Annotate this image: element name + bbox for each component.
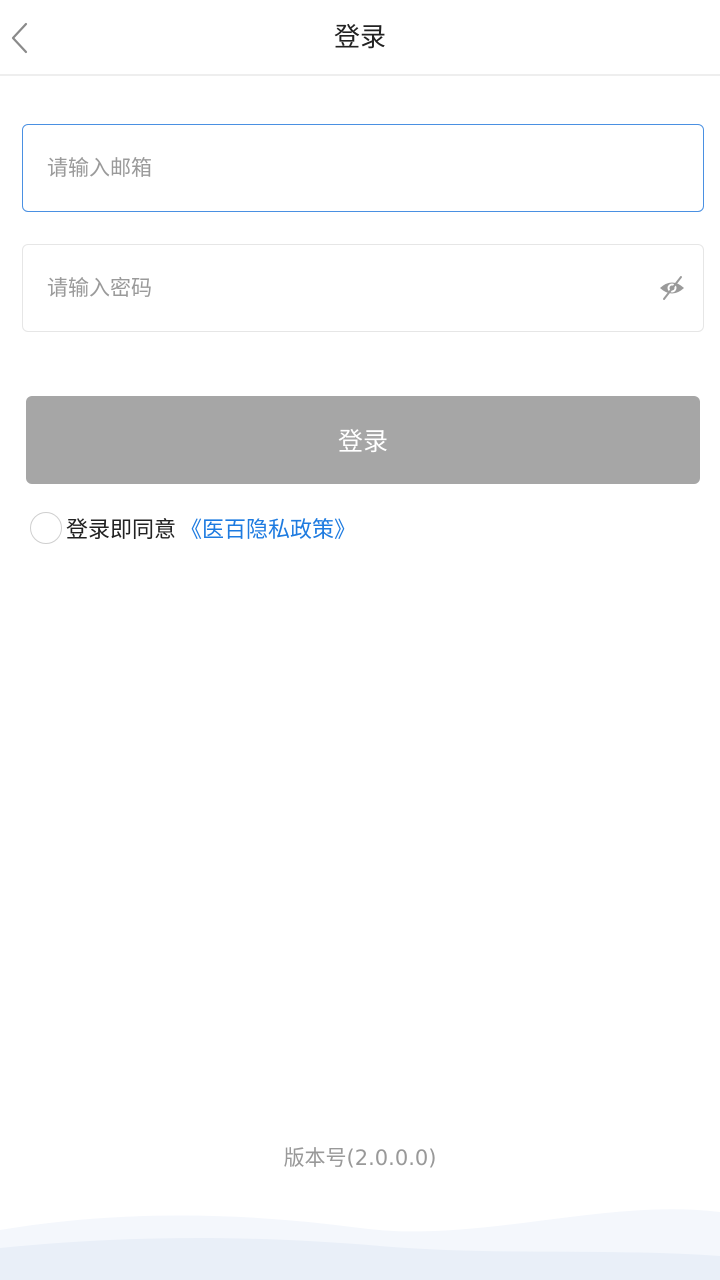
eye-off-icon: [660, 276, 684, 300]
password-input[interactable]: [47, 245, 627, 331]
agreement-checkbox[interactable]: [30, 512, 62, 544]
agreement-row: 登录即同意 《医百隐私政策》: [30, 510, 356, 546]
agreement-text: 登录即同意: [66, 518, 177, 543]
privacy-policy-link[interactable]: 《医百隐私政策》: [180, 512, 356, 544]
page-title: 登录: [333, 23, 386, 53]
password-field[interactable]: [22, 244, 704, 332]
email-field[interactable]: [22, 124, 704, 212]
version-label: 版本号(2.0.0.0): [283, 1146, 437, 1170]
login-button[interactable]: 登录: [26, 396, 700, 484]
bottom-wave-decoration: [0, 1209, 720, 1280]
top-bar: 登录: [0, 0, 720, 76]
login-page: 登录 登录 登录即同意 《医百隐私政策》 版本号(2.0.0.0): [0, 0, 720, 1280]
password-visibility-toggle[interactable]: [657, 273, 687, 303]
email-input[interactable]: [47, 125, 627, 211]
